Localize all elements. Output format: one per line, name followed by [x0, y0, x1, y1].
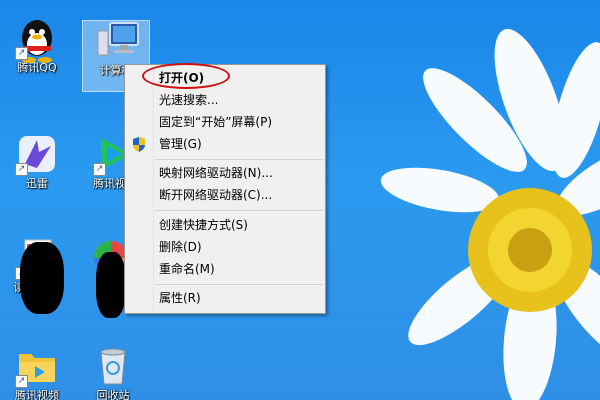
menu-item-fast-search[interactable]: 光速搜索... — [125, 89, 325, 111]
desktop-icon-label: 迅雷 — [26, 177, 48, 190]
desktop-icon-xunlei[interactable]: ↗ 迅雷 — [4, 134, 70, 191]
menu-item-label: 重命名(M) — [159, 262, 215, 276]
desktop-icon-label: 回收站 — [96, 389, 130, 400]
shortcut-arrow-icon: ↗ — [15, 47, 28, 60]
shortcut-arrow-icon: ↗ — [93, 163, 106, 176]
menu-item-label: 映射网络驱动器(N)... — [159, 166, 273, 180]
desktop-icon-folder[interactable]: ↗ 腾讯视频 — [4, 346, 70, 400]
menu-item-label: 创建快捷方式(S) — [159, 218, 248, 232]
menu-separator — [155, 210, 323, 211]
menu-item-delete[interactable]: 删除(D) — [125, 236, 325, 258]
menu-item-label: 删除(D) — [159, 240, 202, 254]
menu-item-rename[interactable]: 重命名(M) — [125, 258, 325, 280]
menu-item-label: 属性(R) — [159, 291, 201, 305]
shortcut-arrow-icon: ↗ — [15, 163, 28, 176]
computer-icon — [96, 21, 139, 61]
menu-item-label: 管理(G) — [159, 137, 202, 151]
menu-separator — [155, 284, 323, 285]
desktop-icon-recycle-bin[interactable]: 回收站 — [80, 346, 146, 400]
desktop-icon-qq[interactable]: ↗ 腾讯QQ — [4, 18, 70, 75]
menu-item-properties[interactable]: 属性(R) — [125, 287, 325, 309]
redaction-blob — [20, 242, 64, 314]
menu-separator — [155, 159, 323, 160]
uac-shield-icon — [132, 137, 146, 159]
menu-item-create-shortcut[interactable]: 创建快捷方式(S) — [125, 214, 325, 236]
annotation-ellipse — [142, 63, 230, 89]
menu-item-disconnect-network-drive[interactable]: 断开网络驱动器(C)... — [125, 184, 325, 206]
folder-icon: ↗ — [15, 346, 57, 388]
menu-item-label: 断开网络驱动器(C)... — [159, 188, 273, 202]
xunlei-bird-icon: ↗ — [15, 134, 57, 176]
shortcut-arrow-icon: ↗ — [15, 375, 28, 388]
desktop-icon-label: 腾讯视频 — [15, 389, 59, 400]
menu-item-map-network-drive[interactable]: 映射网络驱动器(N)... — [125, 162, 325, 184]
menu-item-manage[interactable]: 管理(G) — [125, 133, 325, 155]
context-menu: 打开(O) 光速搜索... 固定到“开始”屏幕(P) 管理(G) 映射网络驱动器… — [124, 64, 326, 314]
menu-item-label: 固定到“开始”屏幕(P) — [159, 115, 273, 129]
wallpaper-flower — [380, 28, 600, 400]
menu-item-label: 光速搜索... — [159, 93, 219, 107]
recycle-bin-icon — [93, 346, 133, 386]
desktop-icon-document[interactable]: ↗ 读书 件实 — [4, 238, 70, 314]
desktop: ↗ 腾讯QQ 计算机 ↗ 迅雷 ↗ 腾讯视频 ↗ 腾讯视频 回收站 打开(O) … — [0, 0, 600, 400]
qq-penguin-icon: ↗ — [15, 18, 57, 63]
redaction-blob — [96, 252, 126, 318]
menu-item-pin-to-start[interactable]: 固定到“开始”屏幕(P) — [125, 111, 325, 133]
